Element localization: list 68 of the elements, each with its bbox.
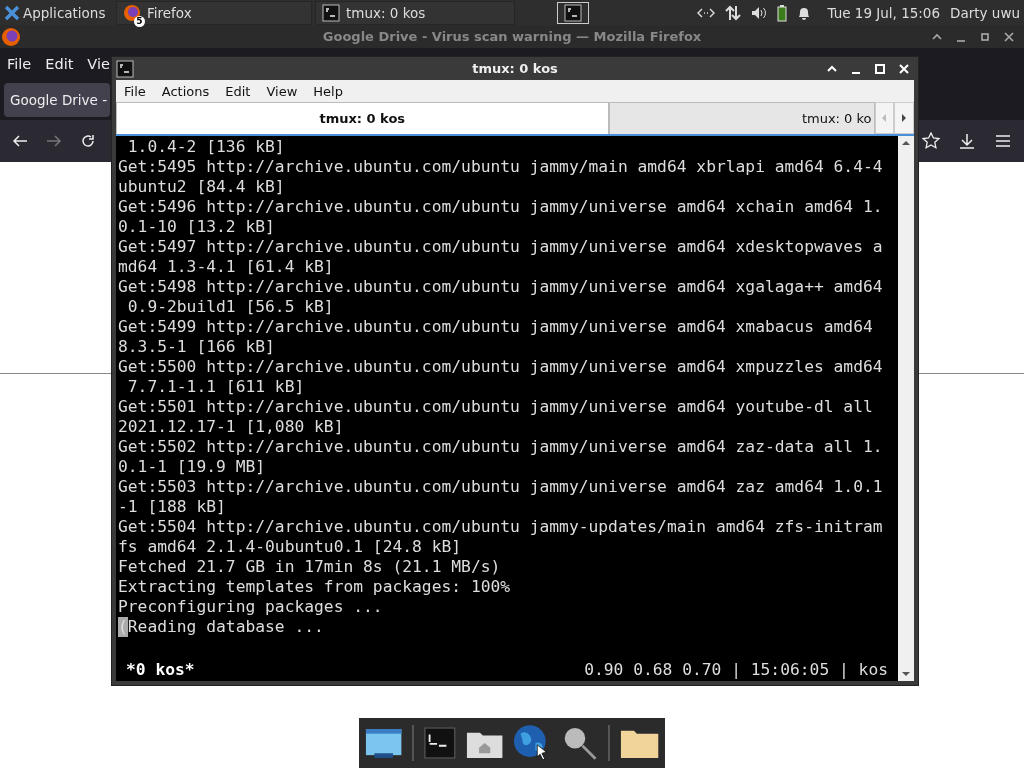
- terminal-line: Get:5497 http://archive.ubuntu.com/ubuntu jammy/universe amd64 xdesktopwaves a: [118, 237, 884, 257]
- menu-item[interactable]: Actions: [153, 83, 218, 99]
- terminal-icon: [564, 3, 582, 22]
- menu-item[interactable]: File: [116, 83, 154, 99]
- download-icon[interactable]: [958, 132, 976, 150]
- terminal-line: fs amd64 2.1.4-0ubuntu0.1 [24.8 kB]: [118, 537, 463, 557]
- applications-menu[interactable]: Applications: [23, 4, 106, 21]
- close-icon[interactable]: [1004, 31, 1014, 42]
- terminal-tab[interactable]: tmux: 0 kos: [116, 102, 609, 134]
- terminal-line: 1.0.4-2 [136 kB]: [126, 137, 286, 157]
- terminal-icon[interactable]: [424, 726, 456, 760]
- window-title: tmux: 0 kos: [472, 61, 558, 76]
- transfer-icon: [725, 4, 742, 21]
- menu-item[interactable]: Vie: [87, 56, 110, 72]
- network-icon: [697, 6, 716, 19]
- reload-icon[interactable]: [80, 133, 96, 149]
- terminal-tab[interactable]: tmux: 0 ko: [608, 102, 875, 134]
- terminal-line: Get:5504 http://archive.ubuntu.com/ubuntu jammy-updates/main amd64 zfs-initram: [118, 517, 884, 537]
- terminal-line: Get:5501 http://archive.ubuntu.com/ubuntu jammy/universe amd64 youtube-dl all: [118, 397, 874, 417]
- terminal-line: Preconfiguring packages ...: [118, 597, 384, 617]
- clock[interactable]: Tue 19 Jul, 15:06: [827, 4, 941, 21]
- terminal-line: 0.1-1 [19.9 MB]: [118, 457, 267, 477]
- maximize-icon[interactable]: [980, 31, 990, 42]
- notification-badge: 5: [134, 15, 145, 27]
- menu-item[interactable]: Edit: [45, 56, 74, 72]
- tmux-status: 0.90 0.68 0.70 | 15:06:05 | kos: [584, 660, 888, 680]
- terminal-icon: [116, 59, 134, 78]
- workspace-switcher[interactable]: [557, 1, 589, 24]
- back-icon[interactable]: [12, 133, 28, 149]
- menu-item[interactable]: File: [7, 56, 32, 72]
- terminal-line: 0.1-10 [13.2 kB]: [118, 217, 276, 237]
- terminal-line: Fetched 21.7 GB in 17min 8s (21.1 MB/s): [118, 557, 502, 577]
- window-title: Google Drive - Virus scan warning — Mozilla Firefox: [322, 29, 702, 44]
- terminal-icon: [322, 3, 340, 22]
- volume-icon: [751, 5, 768, 20]
- battery-icon: [777, 3, 788, 22]
- terminal-line: Extracting templates from packages: 100%: [118, 577, 512, 597]
- user-name[interactable]: Darty uwu: [950, 4, 1020, 21]
- menu-icon[interactable]: [994, 132, 1012, 150]
- tmux-window-name: *0 kos*: [126, 660, 195, 680]
- terminal-line: Get:5495 http://archive.ubuntu.com/ubuntu jammy/main amd64 xbrlapi amd64 6.4-4: [118, 157, 884, 177]
- desktop-icon[interactable]: [365, 726, 403, 760]
- firefox-icon: [123, 3, 141, 22]
- scroll-right-icon[interactable]: [901, 114, 908, 122]
- terminal-line: md64 1.3-4.1 [61.4 kB]: [118, 257, 335, 277]
- terminal-line: -1 [188 kB]: [118, 497, 227, 517]
- terminal-line: Get:5496 http://archive.ubuntu.com/ubuntu jammy/universe amd64 xchain amd64 1.: [118, 197, 884, 217]
- terminal-line: Get:5499 http://archive.ubuntu.com/ubuntu jammy/universe amd64 xmabacus amd64: [118, 317, 874, 337]
- browser-tab[interactable]: Google Drive -: [4, 83, 110, 117]
- terminal-line: 2021.12.17-1 [1,080 kB]: [118, 417, 345, 437]
- taskbar-button[interactable]: tmux: 0 kos: [315, 0, 515, 25]
- menu-item[interactable]: Help: [305, 83, 351, 99]
- forward-icon[interactable]: [46, 133, 62, 149]
- terminal-line: ubuntu2 [84.4 kB]: [118, 177, 286, 197]
- shade-icon[interactable]: [932, 31, 942, 42]
- terminal-line: Get:5498 http://archive.ubuntu.com/ubuntu jammy/universe amd64 xgalaga++ amd64: [118, 277, 884, 297]
- terminal-line: 0.9-2build1 [56.5 kB]: [126, 297, 335, 317]
- terminal-line: Get:5503 http://archive.ubuntu.com/ubuntu jammy/universe amd64 zaz amd64 1.0.1: [118, 477, 884, 497]
- menu-item[interactable]: View: [258, 83, 306, 99]
- firefox-icon: [1, 26, 21, 47]
- taskbar-button[interactable]: 5 Firefox: [116, 0, 312, 25]
- terminal-line: Get:5500 http://archive.ubuntu.com/ubuntu jammy/universe amd64 xmpuzzles amd64: [118, 357, 884, 377]
- terminal-line: Get:5502 http://archive.ubuntu.com/ubuntu jammy/universe amd64 zaz-data all 1.: [118, 437, 884, 457]
- terminal-line: 8.3.5-1 [166 kB]: [118, 337, 276, 357]
- logo-icon: [4, 4, 20, 21]
- terminal-line: 7.7.1-1.1 [611 kB]: [126, 377, 306, 397]
- menu-item[interactable]: Edit: [217, 83, 259, 99]
- star-icon[interactable]: [922, 132, 940, 150]
